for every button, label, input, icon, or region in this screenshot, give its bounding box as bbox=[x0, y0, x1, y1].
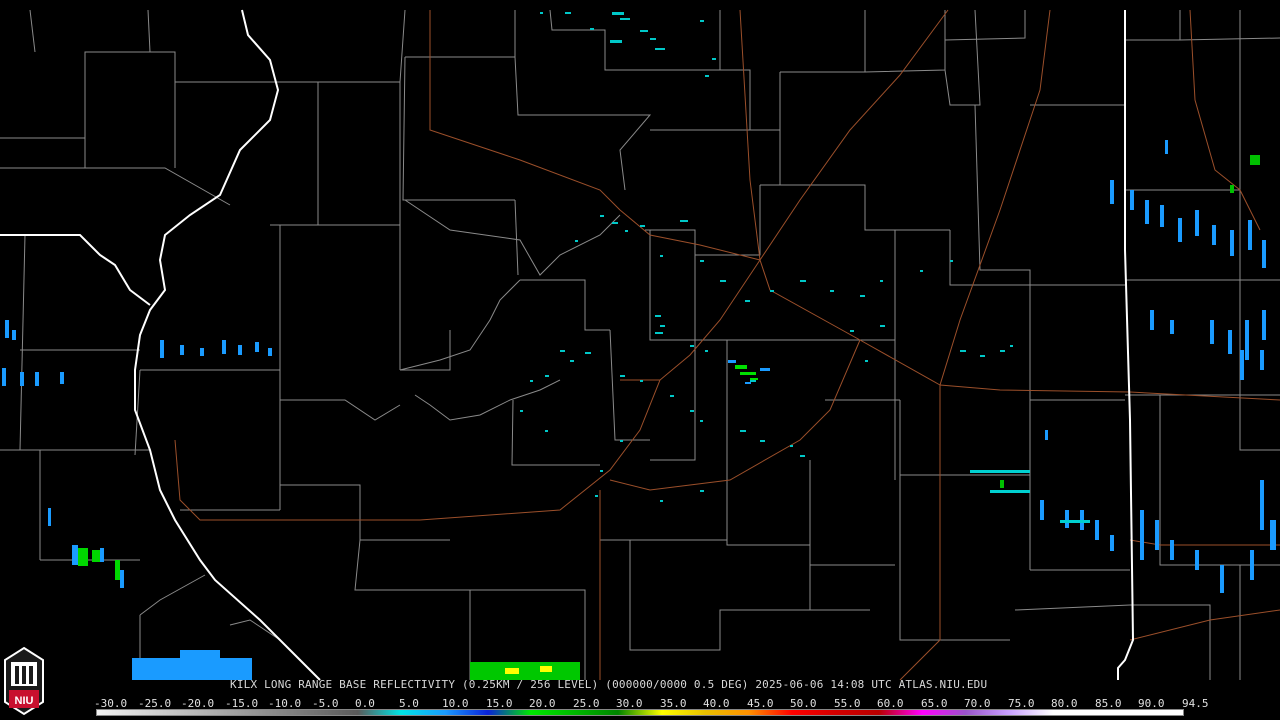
scale-swatch bbox=[444, 710, 488, 715]
color-scale-labels: -30.0 -25.0 -20.0 -15.0 -10.0 -5.0 0.0 5.0 10.0 1… bbox=[94, 697, 1209, 710]
scale-label: 94.5 bbox=[1182, 697, 1209, 710]
scale-swatch bbox=[574, 710, 619, 715]
scale-swatch bbox=[140, 710, 184, 715]
niu-logo: NIU bbox=[4, 646, 44, 716]
scale-swatch bbox=[661, 710, 706, 715]
echo-southwest-outer bbox=[72, 545, 252, 680]
radar-map bbox=[0, 9, 1280, 681]
scale-swatch bbox=[748, 710, 792, 715]
scale-swatch bbox=[618, 710, 662, 715]
scale-swatch bbox=[1009, 710, 1053, 715]
scale-swatch bbox=[531, 710, 575, 715]
scale-swatch bbox=[97, 710, 141, 715]
scale-swatch bbox=[314, 710, 358, 715]
radar-echoes bbox=[2, 12, 1276, 680]
scale-swatch bbox=[1096, 710, 1140, 715]
echo-southwest bbox=[78, 548, 120, 580]
state-boundaries bbox=[0, 9, 1135, 681]
scale-swatch bbox=[922, 710, 966, 715]
product-title: KILX LONG RANGE BASE REFLECTIVITY (0.25K… bbox=[230, 678, 988, 691]
scale-swatch bbox=[357, 710, 402, 715]
color-scale-bar bbox=[96, 709, 1184, 716]
scale-swatch bbox=[792, 710, 836, 715]
echo-north bbox=[540, 12, 716, 77]
scale-swatch bbox=[1052, 710, 1097, 715]
scale-swatch bbox=[878, 710, 923, 715]
scale-swatch bbox=[487, 710, 532, 715]
niu-logo-text: NIU bbox=[15, 695, 34, 707]
scale-swatch bbox=[183, 710, 228, 715]
scale-swatch bbox=[1139, 710, 1183, 715]
scale-swatch bbox=[401, 710, 445, 715]
scale-swatch bbox=[227, 710, 271, 715]
echo-east bbox=[1040, 140, 1276, 593]
scale-swatch bbox=[965, 710, 1010, 715]
echo-core bbox=[735, 365, 758, 380]
scale-swatch bbox=[835, 710, 879, 715]
scale-swatch bbox=[270, 710, 315, 715]
county-boundaries bbox=[0, 9, 1280, 680]
scale-swatch bbox=[705, 710, 749, 715]
